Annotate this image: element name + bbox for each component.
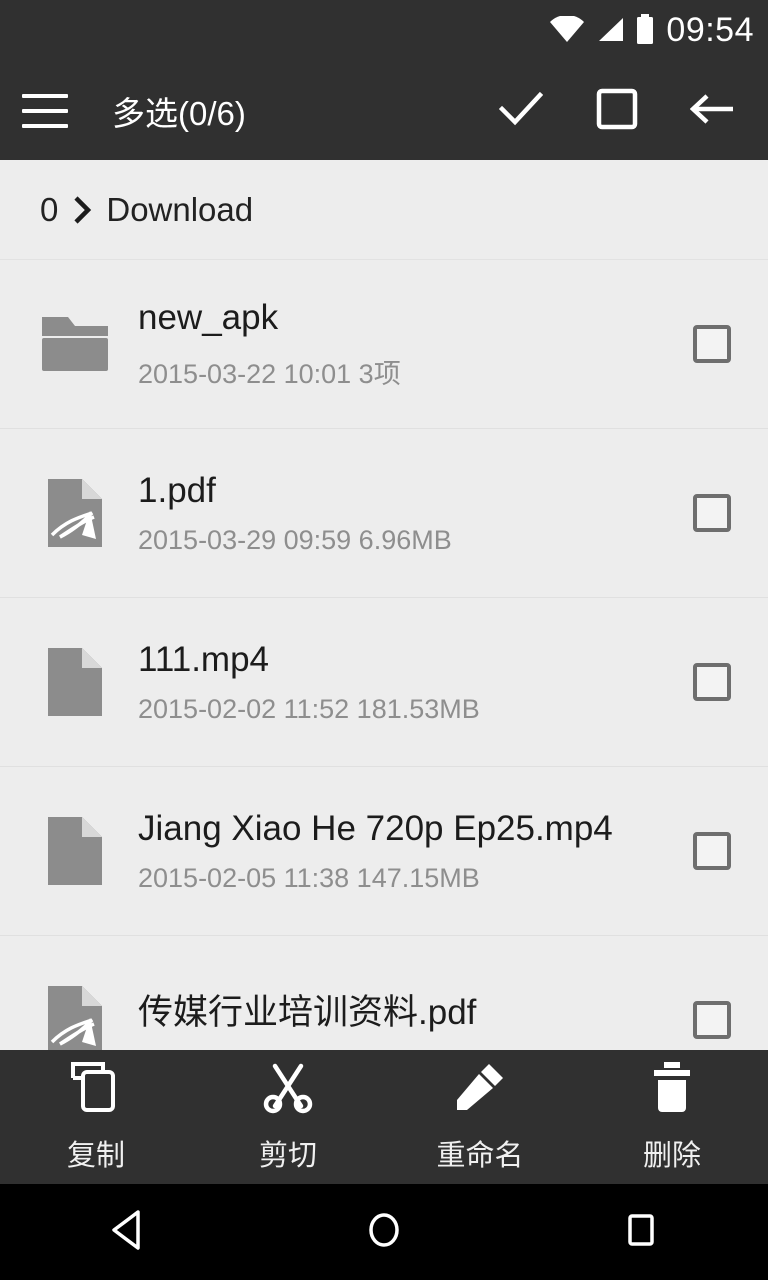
nav-home-button[interactable] <box>329 1184 439 1280</box>
row-checkbox-cell[interactable] <box>678 663 768 701</box>
action-label: 剪切 <box>258 1140 317 1172</box>
android-file-manager-screen: 09:54 多选(0/6) 0 Download new_apk 2015-03… <box>0 0 768 1280</box>
action-toolbar: 复制 剪切 重命名 删除 <box>0 1050 768 1184</box>
copy-button[interactable]: 复制 <box>0 1050 192 1184</box>
generic-file-icon <box>38 815 112 887</box>
checkbox[interactable] <box>693 663 731 701</box>
checkbox[interactable] <box>693 325 731 363</box>
table-row[interactable]: new_apk 2015-03-22 10:01 3项 <box>0 260 768 429</box>
file-name: 传媒行业培训资料.pdf <box>138 993 477 1033</box>
file-meta: 2015-03-22 10:01 3项 <box>138 359 401 390</box>
table-row[interactable]: Jiang Xiao He 720p Ep25.mp4 2015-02-05 1… <box>0 767 768 936</box>
pdf-file-icon <box>38 984 112 1056</box>
pencil-icon <box>453 1060 507 1119</box>
checkbox[interactable] <box>693 494 731 532</box>
delete-button[interactable]: 删除 <box>576 1050 768 1184</box>
checkbox[interactable] <box>693 1001 731 1039</box>
arrow-left-icon <box>689 93 736 130</box>
app-bar: 多选(0/6) <box>0 62 768 160</box>
row-checkbox-cell[interactable] <box>678 832 768 870</box>
file-info: Jiang Xiao He 720p Ep25.mp4 2015-02-05 1… <box>138 808 678 894</box>
file-meta: 2015-03-29 09:59 6.96MB <box>138 525 452 556</box>
scissors-icon <box>261 1060 315 1119</box>
square-outline-icon <box>596 88 638 135</box>
status-clock: 09:54 <box>666 11 754 49</box>
battery-icon <box>636 13 654 49</box>
row-checkbox-cell[interactable] <box>678 494 768 532</box>
copy-icon <box>69 1060 123 1119</box>
breadcrumb-current[interactable]: Download <box>106 191 253 229</box>
nav-back-button[interactable] <box>73 1184 183 1280</box>
action-label: 重命名 <box>436 1140 524 1172</box>
breadcrumb: 0 Download <box>0 160 768 260</box>
back-button[interactable] <box>689 88 736 134</box>
rename-button[interactable]: 重命名 <box>384 1050 576 1184</box>
status-bar: 09:54 <box>0 0 768 62</box>
status-icons <box>550 13 654 49</box>
file-info: 111.mp4 2015-02-02 11:52 181.53MB <box>138 639 678 725</box>
signal-icon <box>595 16 625 47</box>
android-navigation-bar <box>0 1184 768 1280</box>
check-icon <box>498 91 544 132</box>
file-name: 1.pdf <box>138 470 216 510</box>
breadcrumb-root[interactable]: 0 <box>40 191 58 229</box>
file-name: 111.mp4 <box>138 639 270 679</box>
checkbox[interactable] <box>693 832 731 870</box>
file-info: 传媒行业培训资料.pdf <box>138 992 678 1047</box>
app-bar-actions <box>498 88 746 134</box>
invert-selection-button[interactable] <box>594 88 640 134</box>
wifi-icon <box>550 14 585 47</box>
file-name: new_apk <box>138 297 279 337</box>
row-checkbox-cell[interactable] <box>678 1001 768 1039</box>
pdf-file-icon <box>38 477 112 549</box>
file-meta: 2015-02-02 11:52 181.53MB <box>138 694 480 725</box>
file-name: Jiang Xiao He 720p Ep25.mp4 <box>138 808 613 848</box>
file-meta: 2015-02-05 11:38 147.15MB <box>138 863 480 894</box>
folder-icon <box>38 313 112 375</box>
select-all-button[interactable] <box>498 88 544 134</box>
app-bar-title: 多选(0/6) <box>112 95 246 132</box>
table-row[interactable]: 1.pdf 2015-03-29 09:59 6.96MB <box>0 429 768 598</box>
circle-home-icon <box>364 1208 404 1257</box>
row-checkbox-cell[interactable] <box>678 325 768 363</box>
file-info: 1.pdf 2015-03-29 09:59 6.96MB <box>138 470 678 556</box>
action-label: 复制 <box>66 1140 125 1172</box>
file-info: new_apk 2015-03-22 10:01 3项 <box>138 297 678 391</box>
triangle-back-icon <box>108 1208 148 1257</box>
table-row[interactable]: 111.mp4 2015-02-02 11:52 181.53MB <box>0 598 768 767</box>
hamburger-menu-icon[interactable] <box>22 94 68 128</box>
nav-recents-button[interactable] <box>585 1184 695 1280</box>
action-label: 删除 <box>642 1140 701 1172</box>
square-recents-icon <box>620 1208 660 1257</box>
trash-icon <box>645 1060 699 1119</box>
generic-file-icon <box>38 646 112 718</box>
chevron-right-icon <box>72 195 92 225</box>
cut-button[interactable]: 剪切 <box>192 1050 384 1184</box>
